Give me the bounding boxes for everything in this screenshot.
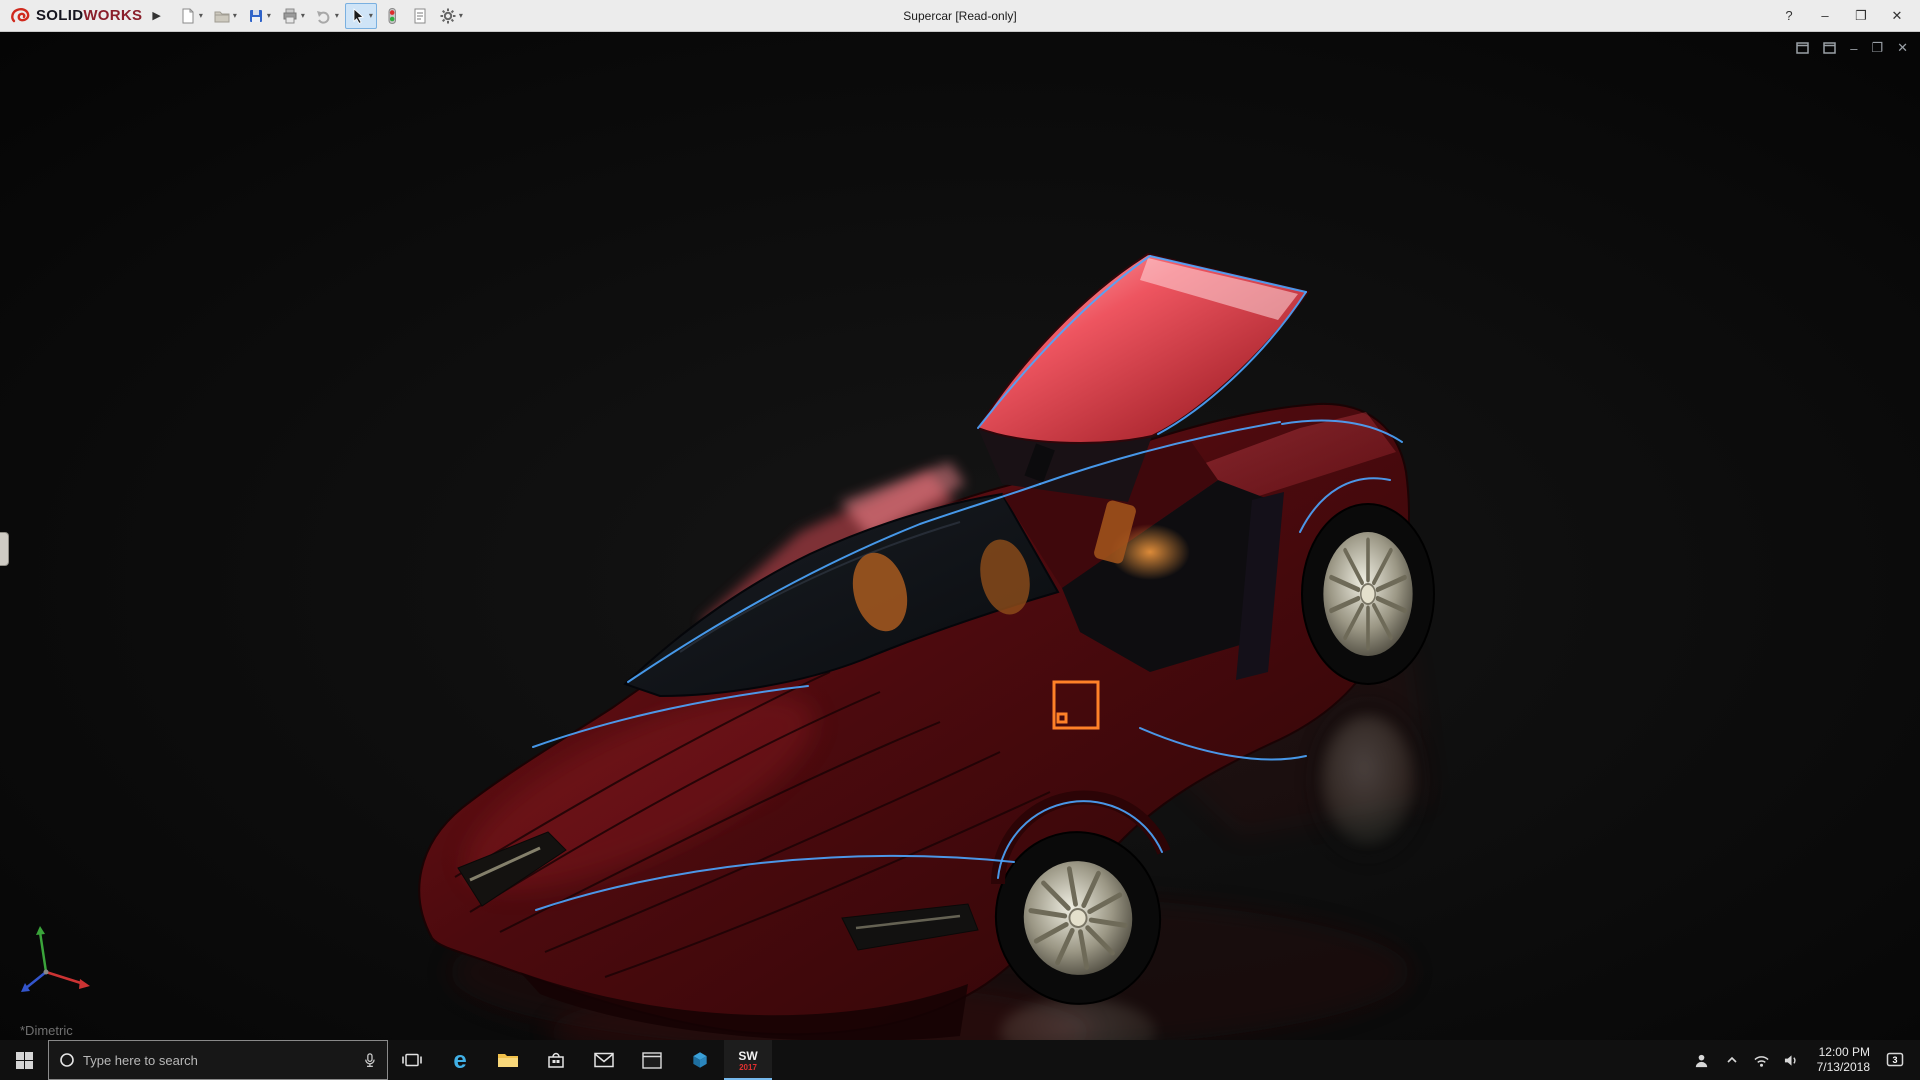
open-folder-icon <box>213 7 231 25</box>
help-button[interactable]: ? <box>1772 3 1806 29</box>
document-frame-icon[interactable] <box>1821 40 1838 56</box>
edge-icon: e <box>447 1047 473 1073</box>
dropdown-caret-icon[interactable]: ▾ <box>335 12 339 20</box>
chevron-up-icon <box>1725 1053 1739 1067</box>
notification-badge: 3 <box>1892 1055 1897 1065</box>
task-view-button[interactable] <box>388 1040 436 1080</box>
titlebar: SOLIDWORKS ▶ ▾ ▾ <box>0 0 1920 32</box>
document-restore-button[interactable]: ❐ <box>1869 38 1885 58</box>
print-icon <box>281 7 299 25</box>
dropdown-caret-icon[interactable]: ▾ <box>369 12 373 20</box>
tray-overflow-button[interactable] <box>1719 1040 1745 1080</box>
svg-text:e: e <box>453 1047 466 1073</box>
rear-wheel[interactable] <box>1302 504 1434 684</box>
menu-expand-button[interactable]: ▶ <box>146 5 166 26</box>
volume-button[interactable] <box>1779 1040 1805 1080</box>
save-button[interactable]: ▾ <box>243 3 275 29</box>
taskbar-spacer <box>772 1040 1689 1080</box>
3d-scene[interactable] <box>0 32 1920 1040</box>
console-app-button[interactable] <box>628 1040 676 1080</box>
options-gear-icon <box>439 7 457 25</box>
console-window-icon <box>642 1052 662 1069</box>
search-input[interactable] <box>83 1053 354 1068</box>
person-icon <box>1693 1052 1710 1069</box>
new-document-icon <box>179 7 197 25</box>
store-button[interactable] <box>532 1040 580 1080</box>
select-button[interactable]: ▾ <box>345 3 377 29</box>
close-button[interactable]: ✕ <box>1880 3 1914 29</box>
clock-time: 12:00 PM <box>1819 1045 1870 1060</box>
solidworks-logo: SOLIDWORKS <box>6 6 146 26</box>
file-properties-icon <box>411 7 429 25</box>
open-button[interactable]: ▾ <box>209 3 241 29</box>
solidworks-app-button[interactable]: SW 2017 <box>724 1040 772 1080</box>
save-icon <box>247 7 265 25</box>
window-title: Supercar [Read-only] <box>903 9 1016 23</box>
action-center-button[interactable]: 3 <box>1882 1040 1908 1080</box>
start-button[interactable] <box>0 1040 48 1080</box>
standard-toolbar: ▾ ▾ ▾ <box>175 3 467 29</box>
file-explorer-button[interactable] <box>484 1040 532 1080</box>
featuremanager-collapsed-tab[interactable] <box>0 532 9 566</box>
svg-text:2017: 2017 <box>739 1063 757 1072</box>
file-properties-button[interactable] <box>407 3 433 29</box>
store-bag-icon <box>546 1050 566 1070</box>
minimize-button[interactable]: – <box>1808 3 1842 29</box>
rebuild-button[interactable] <box>379 3 405 29</box>
system-tray: 12:00 PM 7/13/2018 3 <box>1689 1040 1920 1080</box>
dropdown-caret-icon[interactable]: ▾ <box>233 12 237 20</box>
cube-app-button[interactable] <box>676 1040 724 1080</box>
brand-text: SOLIDWORKS <box>36 7 142 24</box>
windows-taskbar: e <box>0 1040 1920 1080</box>
graphics-viewport[interactable]: – ❐ ✕ *Dimetric <box>0 32 1920 1040</box>
desktop: SOLIDWORKS ▶ ▾ ▾ <box>0 0 1920 1080</box>
window-controls: ? – ❐ ✕ <box>1772 3 1914 29</box>
print-button[interactable]: ▾ <box>277 3 309 29</box>
solidworks-2017-icon: SW 2017 <box>735 1047 761 1073</box>
svg-text:SW: SW <box>738 1049 758 1063</box>
rear-wheel-reflection <box>1306 696 1430 864</box>
document-window-controls: – ❐ ✕ <box>1794 38 1910 58</box>
clock-date: 7/13/2018 <box>1817 1060 1870 1075</box>
microphone-icon[interactable] <box>362 1052 377 1069</box>
mail-button[interactable] <box>580 1040 628 1080</box>
undo-button[interactable]: ▾ <box>311 3 343 29</box>
dropdown-caret-icon[interactable]: ▾ <box>199 12 203 20</box>
task-view-icon <box>402 1051 422 1069</box>
wifi-icon <box>1753 1053 1770 1068</box>
document-frame-icon[interactable] <box>1794 40 1811 56</box>
taskbar-clock[interactable]: 12:00 PM 7/13/2018 <box>1809 1045 1878 1075</box>
edge-browser-button[interactable]: e <box>436 1040 484 1080</box>
select-cursor-icon <box>349 7 367 25</box>
file-explorer-icon <box>497 1051 519 1069</box>
taskbar-search-box[interactable] <box>48 1040 388 1080</box>
ds-logo-icon <box>10 6 32 26</box>
mail-envelope-icon <box>594 1052 614 1068</box>
network-button[interactable] <box>1749 1040 1775 1080</box>
people-button[interactable] <box>1689 1040 1715 1080</box>
dropdown-caret-icon[interactable]: ▾ <box>301 12 305 20</box>
view-orientation-label: *Dimetric <box>20 1023 73 1038</box>
dropdown-caret-icon[interactable]: ▾ <box>267 12 271 20</box>
speaker-icon <box>1783 1053 1800 1068</box>
document-minimize-button[interactable]: – <box>1848 39 1859 58</box>
document-close-button[interactable]: ✕ <box>1895 38 1910 58</box>
windows-logo-icon <box>16 1052 33 1069</box>
restore-button[interactable]: ❐ <box>1844 3 1878 29</box>
cortana-icon <box>59 1052 75 1068</box>
action-center-icon: 3 <box>1886 1052 1904 1069</box>
rebuild-trafficlight-icon <box>383 7 401 25</box>
new-document-button[interactable]: ▾ <box>175 3 207 29</box>
options-button[interactable]: ▾ <box>435 3 467 29</box>
cube-app-icon <box>690 1050 710 1070</box>
undo-icon <box>315 7 333 25</box>
dropdown-caret-icon[interactable]: ▾ <box>459 12 463 20</box>
